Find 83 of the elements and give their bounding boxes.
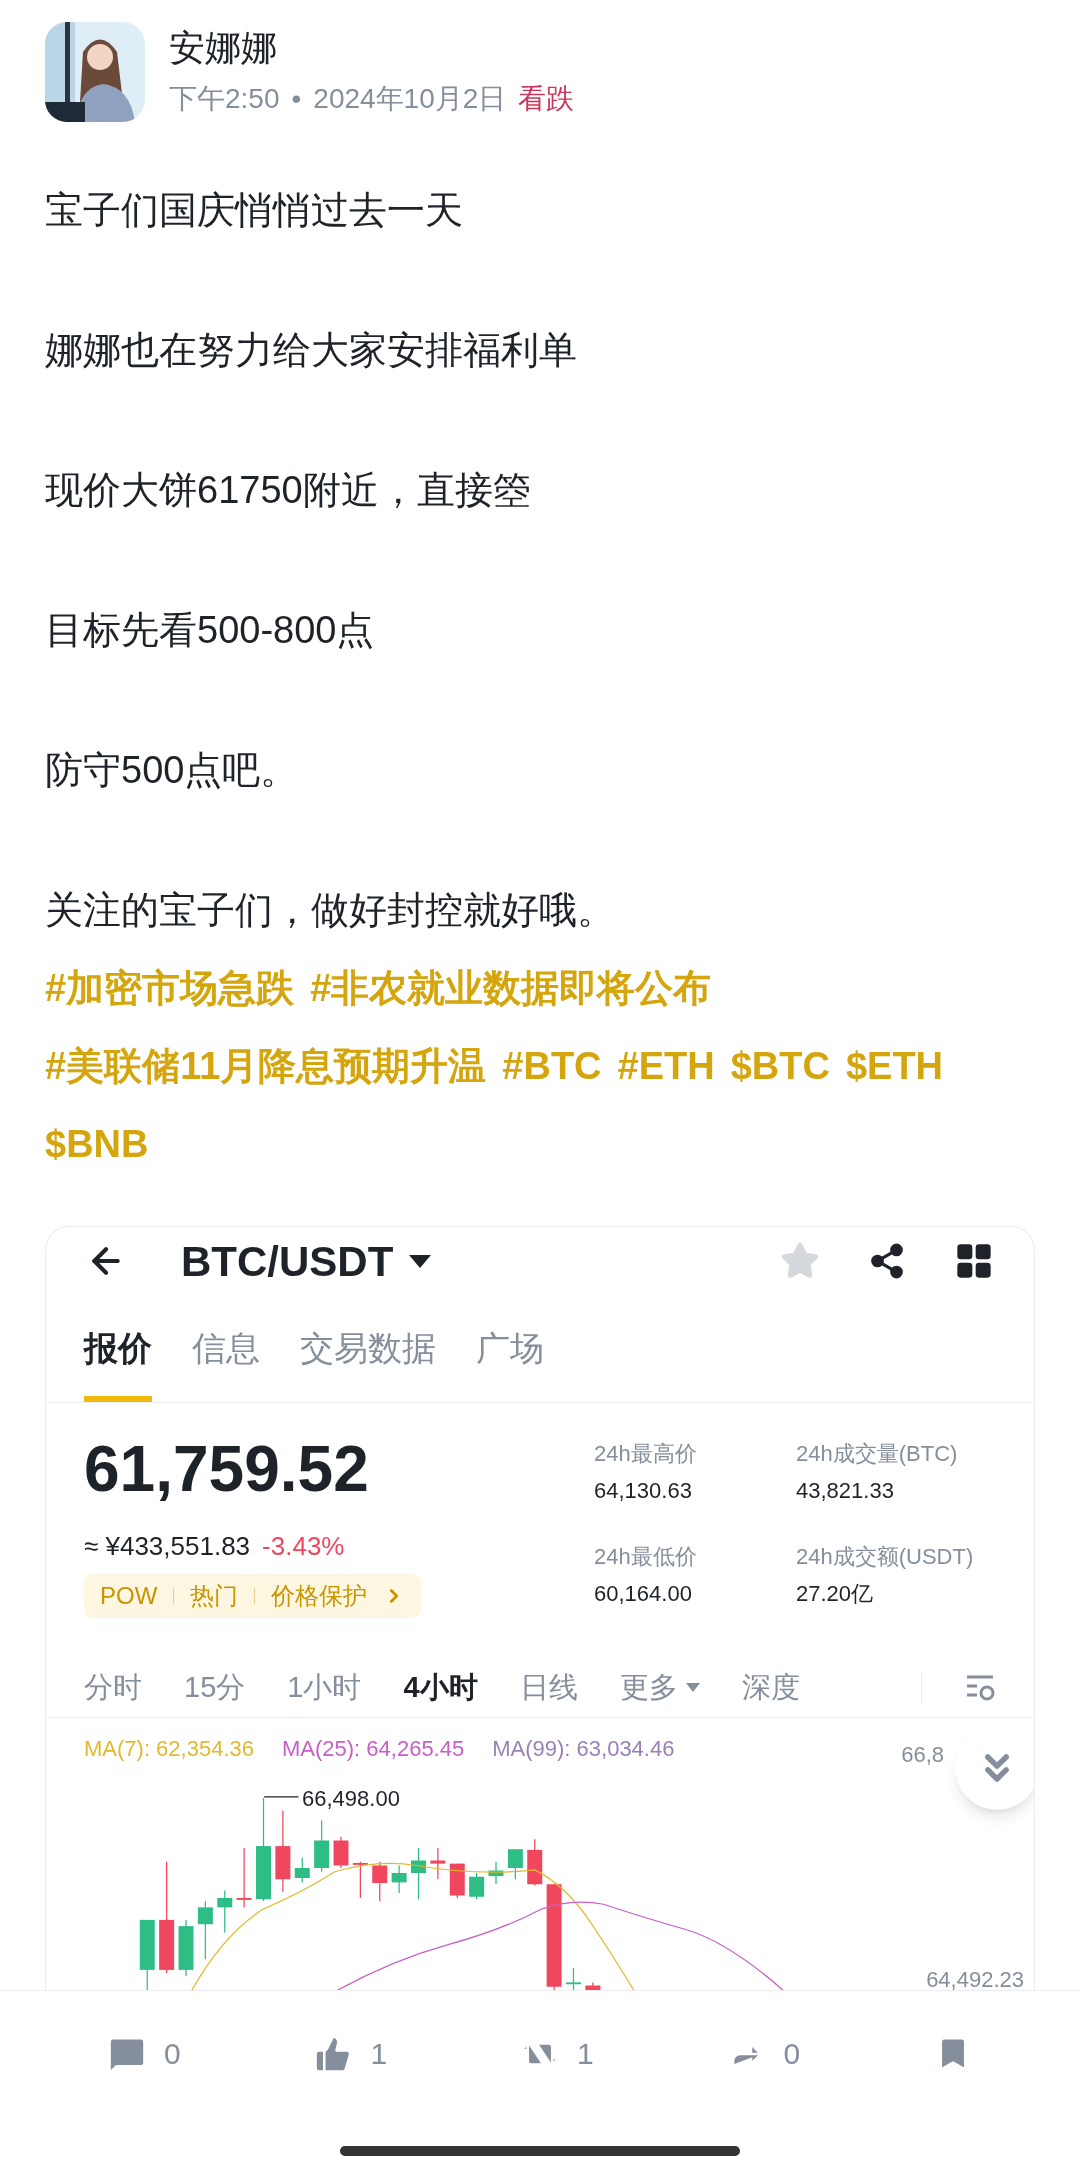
hashtag-link[interactable]: #ETH (617, 1040, 715, 1092)
author-name: 安娜娜 (169, 25, 278, 70)
stat-value: 27.20亿 (796, 1579, 875, 1608)
interval-tab[interactable]: 日线 (519, 1665, 578, 1710)
post-time: 下午2:50 (169, 81, 280, 116)
candlestick (566, 1967, 581, 1990)
grid-icon[interactable] (954, 1241, 994, 1281)
fiat-price: ≈ ¥433,551.83 (84, 1530, 251, 1563)
like-button[interactable]: 1 (312, 2031, 388, 2076)
candlestick (527, 1838, 543, 1887)
stat-label: 24h最低价 (594, 1542, 698, 1571)
post-paragraph: 娜娜也在努力给大家安排福利单 (45, 328, 578, 373)
candlestick (314, 1819, 330, 1873)
dropdown-caret-icon[interactable] (409, 1254, 432, 1268)
moving-average-label: MA(25): 64,265.45 (282, 1735, 465, 1763)
candlestick (139, 1919, 155, 1990)
price-annotation: 66,498.00 (302, 1785, 400, 1813)
candlestick (294, 1856, 310, 1883)
interval-tab[interactable]: 4小时 (403, 1665, 478, 1710)
candlestick (236, 1847, 252, 1908)
candlestick (217, 1889, 233, 1933)
moving-average-label: MA(7): 62,354.36 (84, 1735, 254, 1763)
stat-label: 24h成交量(BTC) (796, 1440, 959, 1468)
count-label: 0 (163, 2036, 181, 2072)
hashtag-link[interactable]: #美联储11月降息预期升温 (45, 1040, 487, 1092)
post-paragraph: 宝子们国庆悄悄过去一天 (45, 188, 464, 233)
post-date: 2024年10月2日 (313, 81, 507, 116)
post-paragraph: 现价大饼61750附近，直接箜 (45, 468, 532, 513)
sentiment-label: 看跌 (518, 81, 575, 116)
tab[interactable]: 广场 (476, 1323, 544, 1402)
candlestick (449, 1863, 465, 1899)
hashtag-link[interactable]: #非农就业数据即将公布 (310, 962, 712, 1014)
candlestick (488, 1861, 504, 1885)
candlestick (352, 1861, 368, 1899)
candlestick (178, 1919, 194, 1977)
star-icon[interactable] (780, 1241, 820, 1281)
interval-tab[interactable]: 更多 (619, 1665, 700, 1710)
candlestick (585, 1981, 601, 1990)
count-label: 1 (370, 2036, 388, 2072)
candlestick (469, 1872, 485, 1900)
axis-label: 66,8 (901, 1741, 944, 1769)
tag-label: 热门 (190, 1581, 239, 1611)
candlestick (507, 1848, 523, 1880)
hashtag-link[interactable]: $BNB (45, 1118, 149, 1170)
interval-tab[interactable]: 分时 (84, 1665, 142, 1710)
share-button[interactable]: 0 (725, 2031, 801, 2076)
stat-label: 24h成交额(USDT) (796, 1542, 975, 1571)
comment-button[interactable]: 0 (105, 2031, 181, 2076)
repost-button[interactable]: 1 (519, 2031, 594, 2076)
last-price: 61,759.52 (84, 1437, 370, 1501)
candlestick (391, 1864, 407, 1894)
candlestick (430, 1847, 446, 1880)
post-paragraph: 目标先看500-800点 (45, 608, 376, 653)
count-label: 0 (783, 2036, 801, 2072)
stat-value: 60,164.00 (594, 1579, 693, 1608)
tab[interactable]: 交易数据 (300, 1323, 436, 1402)
candlestick (197, 1900, 213, 1960)
stat-value: 64,130.63 (594, 1477, 693, 1505)
separator-dot: • (291, 81, 302, 116)
hashtag-link[interactable]: $BTC (730, 1040, 830, 1092)
candlestick (411, 1847, 426, 1900)
tag-label: POW (100, 1581, 158, 1611)
hashtag-link[interactable]: #加密市场急跌 (45, 962, 295, 1014)
post-paragraph: 关注的宝子们，做好封控就好哦。 (45, 888, 616, 933)
pair-title[interactable]: BTC/USDT (181, 1229, 394, 1293)
candlestick (333, 1836, 349, 1869)
count-label: 1 (577, 2036, 594, 2072)
stat-value: 43,821.33 (796, 1477, 895, 1505)
post-paragraph: 防守500点吧。 (45, 748, 300, 793)
leader-line (263, 1796, 300, 1798)
candlestick (372, 1861, 388, 1902)
moving-average-label: MA(99): 63,034.46 (492, 1735, 675, 1763)
hashtag-link[interactable]: #BTC (502, 1040, 602, 1092)
tab[interactable]: 报价 (84, 1323, 152, 1402)
interval-tab[interactable]: 1小时 (287, 1665, 362, 1710)
interval-tab[interactable]: 15分 (184, 1665, 246, 1710)
axis-label: 64,492.23 (926, 1966, 1024, 1990)
tab[interactable]: 信息 (192, 1323, 260, 1402)
price-change: -3.43% (262, 1530, 345, 1563)
tag-label: 价格保护 (271, 1581, 368, 1611)
stat-label: 24h最高价 (594, 1440, 698, 1468)
hashtag-link[interactable]: $ETH (845, 1040, 944, 1092)
interval-tab[interactable]: 深度 (741, 1665, 800, 1710)
